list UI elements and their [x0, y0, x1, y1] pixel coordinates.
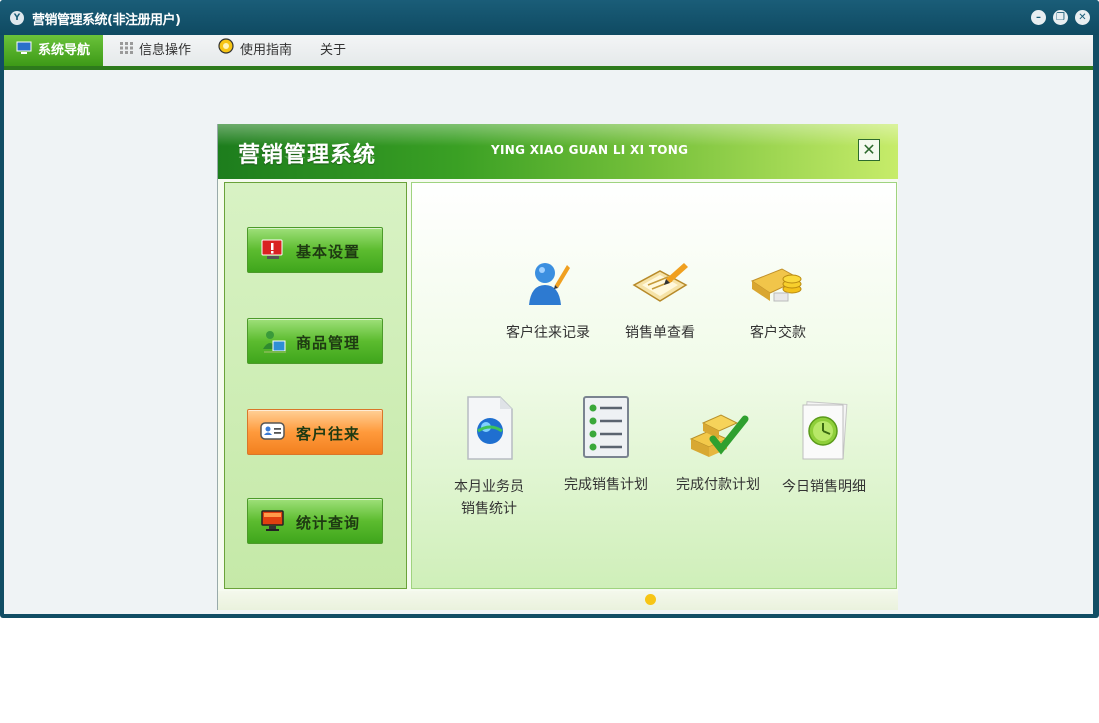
menu-item-label: 系统导航 — [38, 43, 91, 58]
menu-item-label: 关于 — [320, 43, 347, 58]
func-label: 客户往来记录 — [506, 325, 590, 341]
menu-item-label: 使用指南 — [240, 43, 293, 58]
nav-customer-button[interactable]: 客户往来 — [247, 409, 383, 455]
func-label: 客户交款 — [750, 325, 806, 341]
menu-item-label: 信息操作 — [139, 43, 192, 58]
restore-icon[interactable]: ❐ — [1053, 10, 1068, 25]
nav-label: 商品管理 — [296, 334, 361, 352]
dialog-title: 营销管理系统 — [238, 143, 377, 168]
menu-item-info-ops[interactable]: 信息操作 — [120, 35, 191, 66]
nav-goods-button[interactable]: 商品管理 — [247, 318, 383, 364]
app-window: Y 营销管理系统(非注册用户) – ❐ ✕ 系统导航 信息操作 使用指南 关于 — [0, 0, 1099, 618]
title-bar[interactable]: Y 营销管理系统(非注册用户) – ❐ ✕ — [0, 0, 1099, 35]
dialog-title-reflection: 营销管理系统 — [238, 156, 376, 162]
func-label: 销售单查看 — [625, 325, 695, 341]
nav-label: 统计查询 — [296, 514, 361, 532]
warning-monitor-icon — [260, 238, 286, 266]
goods-icon — [260, 329, 288, 359]
dialog-header: 营销管理系统 营销管理系统 YING XIAO GUAN LI XI TONG … — [218, 124, 898, 179]
func-label-line1: 本月业务员 — [454, 479, 524, 495]
nav-basic-settings-button[interactable]: 基本设置 — [247, 227, 383, 273]
checklist-icon — [556, 395, 656, 466]
user-edit-icon — [500, 259, 596, 314]
sales-order-view-button[interactable]: 销售单查看 — [615, 259, 705, 344]
contact-card-icon — [260, 420, 286, 446]
window-title: 营销管理系统(非注册用户) — [32, 13, 181, 28]
customer-records-button[interactable]: 客户往来记录 — [500, 259, 596, 344]
menu-item-system-nav[interactable]: 系统导航 — [4, 35, 103, 66]
customer-payment-button[interactable]: 客户交款 — [740, 259, 816, 344]
grid-icon — [120, 35, 133, 66]
dialog-footer — [218, 591, 898, 610]
monthly-sales-stats-button[interactable]: 本月业务员 销售统计 — [448, 395, 530, 520]
main-dialog: 营销管理系统 营销管理系统 YING XIAO GUAN LI XI TONG … — [217, 124, 898, 610]
app-logo-icon: Y — [10, 11, 24, 25]
minimize-icon[interactable]: – — [1031, 10, 1046, 25]
nav-label: 基本设置 — [296, 243, 361, 261]
menu-item-about[interactable]: 关于 — [320, 35, 346, 66]
function-panel: 客户往来记录 销售单查看 客户交款 本月业务员 销售统计 完成销售计划 完成付款… — [411, 182, 897, 589]
today-sales-detail-button[interactable]: 今日销售明细 — [774, 401, 874, 498]
nav-label: 客户往来 — [296, 425, 361, 443]
sales-plan-complete-button[interactable]: 完成销售计划 — [556, 395, 656, 496]
menu-bar: 系统导航 信息操作 使用指南 关于 — [4, 35, 1093, 70]
dialog-subtitle: YING XIAO GUAN LI XI TONG — [491, 143, 689, 157]
client-area: 营销管理系统 营销管理系统 YING XIAO GUAN LI XI TONG … — [4, 70, 1093, 614]
lightbulb-icon — [645, 594, 656, 605]
notepad-pen-icon — [615, 259, 705, 314]
coins-icon — [740, 259, 816, 314]
clock-document-icon — [774, 401, 874, 468]
close-icon[interactable]: ✕ — [1075, 10, 1090, 25]
menu-item-guide[interactable]: 使用指南 — [218, 35, 292, 66]
nav-panel: 基本设置 商品管理 客户往来 统计查询 — [224, 182, 407, 589]
boxes-check-icon — [668, 409, 768, 466]
payment-plan-complete-button[interactable]: 完成付款计划 — [668, 409, 768, 496]
func-label: 完成付款计划 — [676, 477, 760, 493]
close-icon[interactable]: ✕ — [858, 139, 880, 161]
func-label-line2: 销售统计 — [461, 501, 517, 517]
monitor-icon — [260, 509, 286, 537]
globe-document-icon — [448, 395, 530, 468]
func-label: 今日销售明细 — [782, 479, 866, 495]
func-label: 完成销售计划 — [564, 477, 648, 493]
monitor-icon — [16, 35, 32, 66]
lightbulb-icon — [218, 35, 234, 66]
nav-stats-button[interactable]: 统计查询 — [247, 498, 383, 544]
